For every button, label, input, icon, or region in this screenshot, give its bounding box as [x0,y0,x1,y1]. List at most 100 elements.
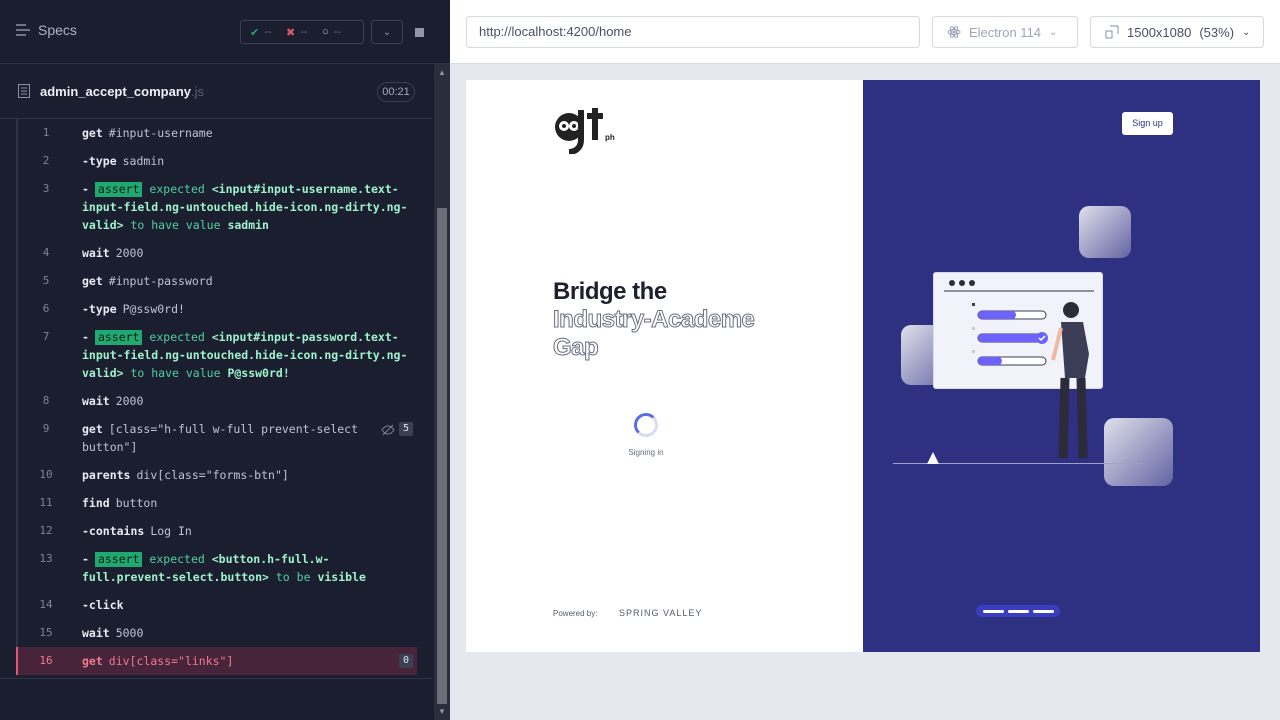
command-number: 16 [39,654,53,667]
assert-value: sadmin [227,218,269,232]
browser-toolbar: http://localhost:4200/home Electron 114 … [450,0,1280,64]
headline-line-1: Bridge the [553,278,667,305]
command-name: - [82,182,89,196]
command-row[interactable]: 8 wait 2000 [16,387,417,415]
headline-line-2: Industry-Academe [552,306,755,334]
hidden-eye-icon [381,423,395,441]
command-name: get [82,274,103,288]
glass-tile [1104,418,1173,486]
assert-matcher: to have value [130,218,221,232]
command-row[interactable]: 3- assert expected <input#input-username.… [16,175,417,239]
url-bar[interactable]: http://localhost:4200/home [466,16,920,48]
carousel-dot[interactable] [982,609,1004,613]
passed-count: -- [264,26,272,38]
command-row[interactable]: 7- assert expected <input#input-password.… [16,323,417,387]
command-number: 6 [42,302,50,315]
command-row[interactable]: 6 -type P@ssw0rd! [16,295,417,323]
assert-value: P@ssw0rd! [227,366,290,380]
command-name: get [82,126,103,140]
carousel-dot[interactable] [1007,609,1029,613]
divider [0,678,432,679]
command-row[interactable]: 15 wait 5000 [16,619,417,647]
command-message: div[class="forms-btn"] [136,468,289,482]
assert-matcher: to have value [130,366,221,380]
signup-button[interactable]: Sign up [1122,112,1173,135]
command-message: #input-password [108,274,213,288]
command-row[interactable]: 9 get [class="h-full w-full prevent-select… [16,415,417,461]
logo-sub: ph [605,133,615,142]
command-name: -contains [82,524,145,538]
spec-file-row[interactable]: admin_accept_company.js 00:21 [0,64,432,119]
viewport-size: 1500x1080 [1127,24,1192,40]
stop-button[interactable] [403,20,435,44]
command-row[interactable]: 16 get div[class="links"] 0 [16,647,417,675]
plant-icon [927,452,939,464]
app-under-test: ph Bridge the Industry-Academe Gap Signi… [466,80,1260,652]
test-stats: ✔ -- ✖ -- ○ -- [240,20,364,44]
viewport-scale: (53%) [1199,24,1235,40]
command-name: wait [82,246,110,260]
passed-stat: ✔ -- [241,26,277,39]
command-name: get [82,654,103,668]
failed-count: -- [300,26,308,38]
carousel-dot[interactable] [1032,609,1054,613]
browser-name: Electron 114 [969,24,1042,40]
specs-label: Specs [38,22,77,38]
command-row[interactable]: 4 wait 2000 [16,239,417,267]
command-name: find [82,496,110,510]
chevron-down-icon: ⌄ [1049,26,1058,38]
command-row[interactable]: 10 parents div[class="forms-btn"] [16,461,417,489]
command-number: 12 [39,524,53,537]
command-number: 10 [39,468,53,481]
viewport-icon [1105,25,1119,39]
assert-badge: assert [94,182,143,197]
scroll-up-arrow[interactable]: ▲ [438,68,446,77]
specs-button[interactable]: Specs [16,22,77,38]
command-message: div[class="links"] [108,654,234,668]
runner-header: Specs ✔ -- ✖ -- ○ -- ⌄ [0,0,450,64]
scroll-down-arrow[interactable]: ▼ [438,707,446,716]
spec-file-name: admin_accept_company.js [40,84,204,99]
collapse-button[interactable]: ⌄ [371,20,403,44]
brand-logo: SPRING VALLEY [619,608,703,618]
stop-icon [414,27,424,37]
viewport-select[interactable]: 1500x1080 (53%) ⌄ [1090,16,1264,48]
owl-logo-icon [555,108,603,155]
command-number: 15 [39,626,53,639]
scrollbar-thumb[interactable] [437,208,447,704]
check-icon: ✔ [250,26,260,39]
command-number: 13 [39,552,53,565]
hero-headline: Bridge the Industry-Academe Gap [552,278,755,362]
command-message: 2000 [115,394,144,408]
command-name: wait [82,626,110,640]
logo: ph [553,102,623,159]
command-row[interactable]: 13- assert expected <button.h-full.w-full… [16,545,417,591]
command-number: 14 [39,598,53,611]
command-row[interactable]: 12 -contains Log In [16,517,417,545]
assert-matcher: to be [275,570,311,584]
command-row[interactable]: 2 -type sadmin [16,147,417,175]
failed-stat: ✖ -- [277,26,313,39]
command-number: 5 [42,274,50,287]
pending-icon: ○ [322,26,329,38]
command-message: P@ssw0rd! [122,302,185,316]
assert-value: visible [317,570,366,584]
browser-select[interactable]: Electron 114 ⌄ [932,16,1078,48]
command-message: Log In [150,524,192,538]
person-illustration [1051,302,1089,459]
command-row[interactable]: 1 get #input-username [16,119,417,147]
command-message: button [115,496,158,510]
chevron-down-icon: ⌄ [1242,26,1251,38]
powered-by-label: Powered by: [553,609,598,618]
command-list: 1 get #input-username 2 -type sadmin 3- assert … [16,119,417,675]
login-panel: ph Bridge the Industry-Academe Gap Signi… [466,80,863,652]
command-name: wait [82,394,110,408]
command-name: parents [82,468,131,482]
chevron-down-icon: ⌄ [382,26,392,38]
loading-spinner [634,413,658,437]
command-row[interactable]: 5 get #input-password [16,267,417,295]
command-row[interactable]: 11 find button [16,489,417,517]
command-row[interactable]: 14 -click [16,591,417,619]
command-name: -type [82,154,117,168]
command-number: 8 [42,394,50,407]
